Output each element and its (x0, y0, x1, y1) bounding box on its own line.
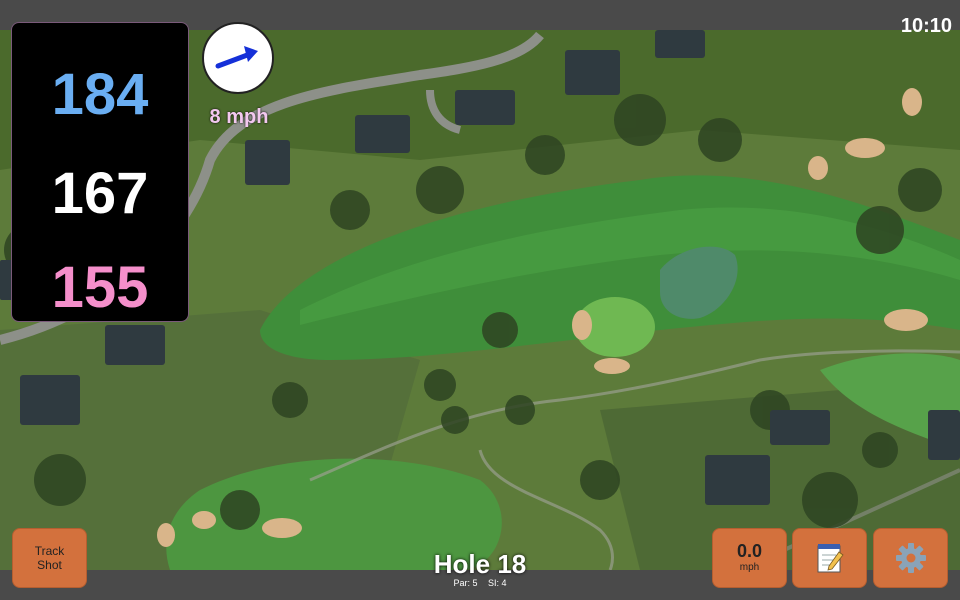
hole-info: Par: 5 SI: 4 (380, 577, 580, 589)
track-shot-button[interactable]: Track Shot (12, 528, 87, 588)
gear-icon (895, 543, 926, 573)
back-distance: 184 (51, 62, 149, 127)
settings-button[interactable] (873, 528, 948, 588)
clock: 10:10 (900, 15, 952, 37)
wind-arrow-icon (215, 46, 258, 69)
speed-unit: mph (739, 562, 760, 573)
front-distance: 155 (51, 255, 149, 320)
speed-value: 0.0 (736, 541, 763, 561)
notepad-icon (817, 544, 844, 573)
hole-par: Par: 5 (453, 578, 478, 588)
wind-indicator (202, 22, 274, 94)
hole-si: SI: 4 (488, 578, 507, 588)
hole-title: Hole 18 (433, 549, 527, 579)
notes-button[interactable] (792, 528, 867, 588)
track-shot-label-line1: Track (34, 544, 65, 558)
distance-panel: 184 167 155 (11, 22, 189, 322)
wind-speed: 8 mph (209, 106, 269, 128)
track-shot-label-line2: Shot (37, 558, 62, 572)
middle-distance: 167 (51, 161, 149, 226)
speed-button[interactable]: 0.0 mph (712, 528, 787, 588)
